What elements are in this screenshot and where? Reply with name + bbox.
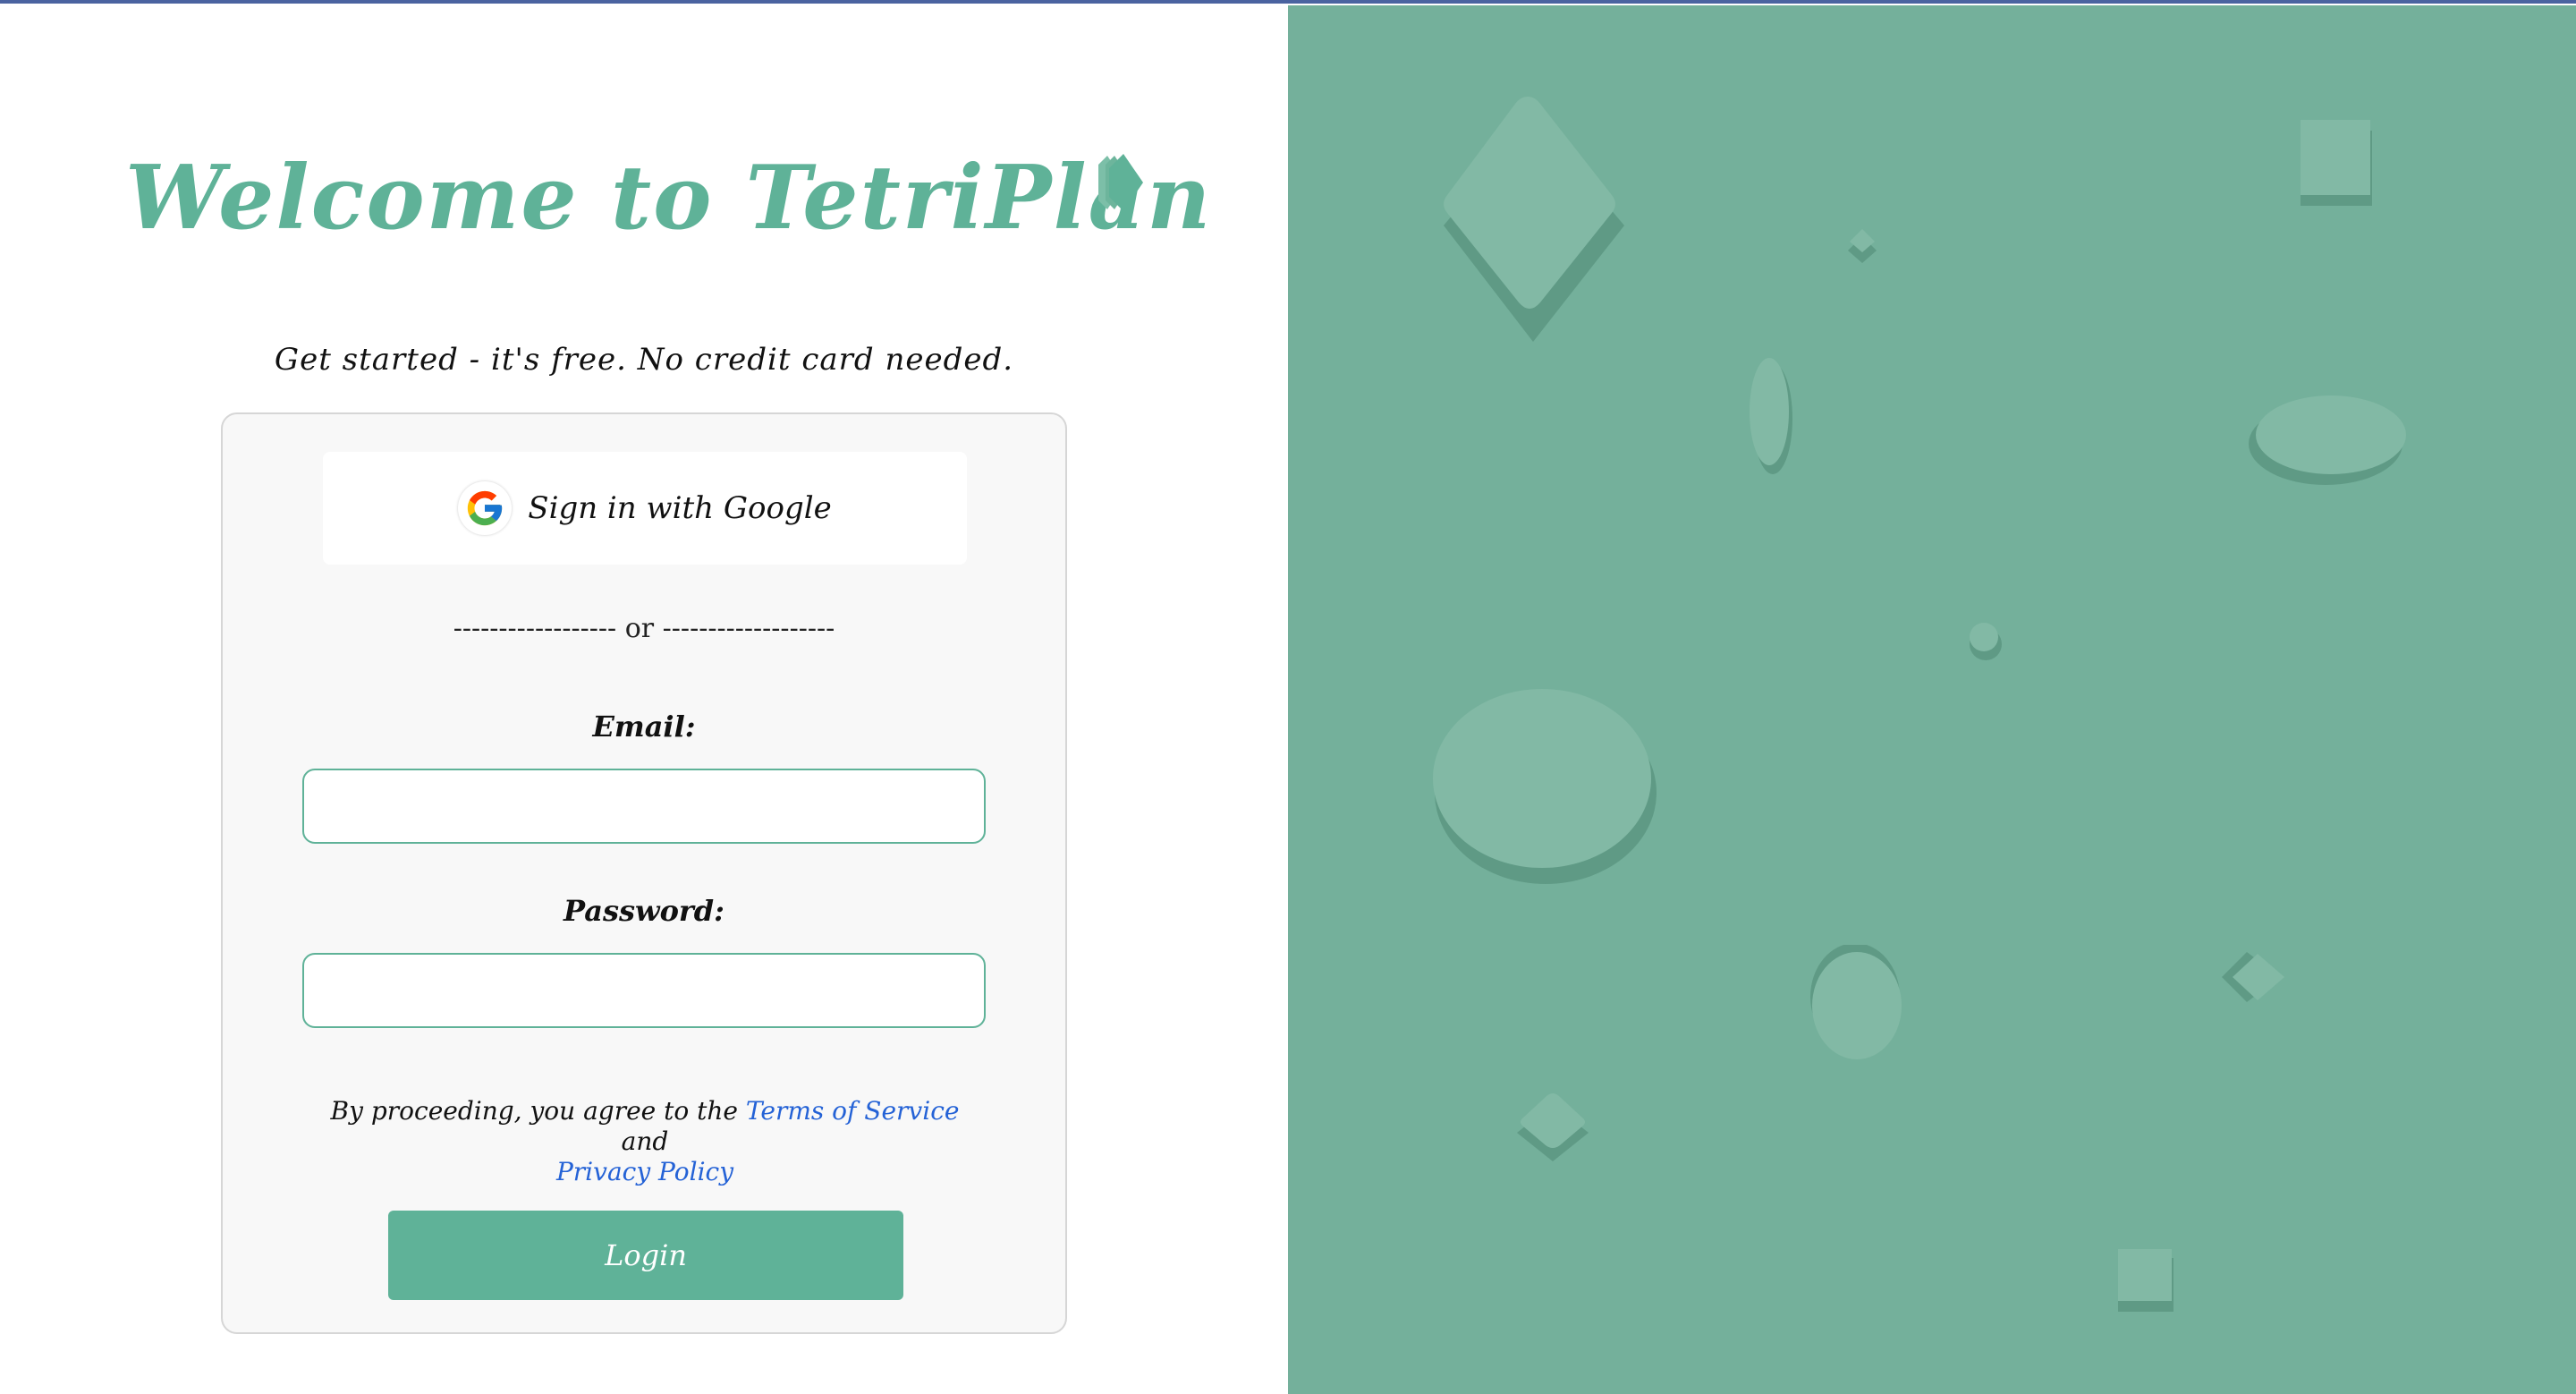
bottom-diamond-shape [1517, 1093, 1589, 1161]
oval-shape [1810, 945, 1902, 1059]
password-field[interactable] [302, 953, 986, 1028]
ellipse-shape [1750, 358, 1792, 474]
google-signin-button[interactable]: Sign in with Google [323, 452, 967, 565]
email-label: Email: [592, 710, 696, 744]
privacy-policy-link[interactable]: Privacy Policy [556, 1157, 733, 1186]
page-title: Welcome to TetriPlan [125, 147, 1213, 250]
google-signin-label: Sign in with Google [528, 490, 832, 526]
page-subtitle: Get started - it's free. No credit card … [274, 342, 1014, 378]
login-button[interactable]: Login [388, 1211, 903, 1300]
email-field[interactable] [302, 769, 986, 844]
terms-and: and [621, 1126, 669, 1156]
terms-prefix: By proceeding, you agree to the [330, 1096, 738, 1126]
small-square-shape [2118, 1249, 2174, 1312]
stacked-diamond-icon [1098, 154, 1143, 211]
login-card: Sign in with Google ------------------ o… [221, 412, 1067, 1334]
terms-text: By proceeding, you agree to the Terms of… [312, 1096, 978, 1187]
left-panel: Welcome to TetriPlan Get started - it's … [0, 4, 1288, 1394]
google-g-icon [458, 481, 513, 535]
terms-of-service-link[interactable]: Terms of Service [746, 1096, 960, 1126]
flat-ellipse-shape [2249, 395, 2406, 485]
large-circle-shape [1433, 689, 1657, 884]
diamond-shape [1444, 97, 1624, 342]
decorative-panel [1288, 5, 2576, 1394]
or-divider: ------------------ or ------------------… [453, 613, 835, 644]
small-circle-shape [1970, 623, 2002, 660]
password-label: Password: [564, 894, 724, 928]
square-shape [2301, 120, 2372, 206]
chevron-diamond-shape [2222, 952, 2284, 1002]
small-diamond-shape [1848, 229, 1877, 263]
